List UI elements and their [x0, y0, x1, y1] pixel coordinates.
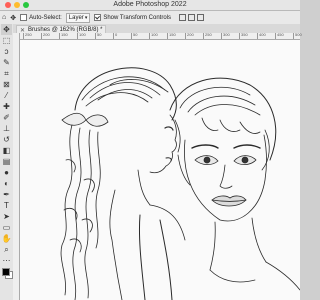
ruler-tick-label: 150	[169, 32, 176, 37]
pen-icon[interactable]: ✒	[1, 189, 12, 200]
ruler-tick-label: 100	[79, 32, 86, 37]
ruler-tick: 300	[221, 32, 230, 39]
ruler-tick: 450	[275, 32, 284, 39]
chevron-down-icon: ▾	[84, 14, 88, 21]
path-select-icon[interactable]: ➤	[1, 211, 12, 222]
align-left-icon[interactable]	[179, 14, 187, 21]
ruler-tick: 100	[149, 32, 158, 39]
ruler-tick-label: 250	[205, 32, 212, 37]
move-tool-icon: ✥	[10, 14, 17, 22]
ruler-tick: 50	[95, 32, 101, 39]
ruler-tick: 350	[239, 32, 248, 39]
horizontal-ruler[interactable]: 250 200 150 100 50 0 50 100 150 200 250 300 350 400 45…	[19, 32, 302, 40]
hand-icon[interactable]: ✋	[1, 233, 12, 244]
history-brush-icon[interactable]: ↺	[1, 134, 12, 145]
ruler-tick-label: 450	[277, 32, 284, 37]
gradient-icon[interactable]: ▤	[1, 156, 12, 167]
ruler-tick: 250	[23, 32, 32, 39]
ruler-tick-label: 200	[43, 32, 50, 37]
ruler-tick: 200	[41, 32, 50, 39]
ruler-tick: 50	[131, 32, 137, 39]
align-buttons	[179, 14, 205, 21]
frame-icon[interactable]: ⊠	[1, 79, 12, 90]
show-transform-controls-label: Show Transform Controls	[103, 14, 172, 21]
show-transform-controls-checkbox[interactable]: Show Transform Controls	[94, 14, 171, 21]
vertical-ruler[interactable]	[13, 33, 20, 300]
document-canvas[interactable]	[20, 40, 300, 300]
ruler-tick-label: 500	[295, 32, 302, 37]
ruler-tick-label: 50	[97, 32, 102, 37]
align-right-icon[interactable]	[197, 14, 205, 21]
quick-select-icon[interactable]: ✎	[1, 57, 12, 68]
layer-select-value: Layer	[68, 14, 84, 21]
brush-icon[interactable]: ✐	[1, 112, 12, 123]
ruler-tick-label: 250	[25, 32, 32, 37]
zoom-icon[interactable]: ⌕	[1, 244, 12, 255]
dodge-icon[interactable]: ◐	[1, 178, 12, 189]
app-title: Adobe Photoshop 2022	[113, 1, 187, 8]
ruler-tick: 0	[113, 32, 118, 39]
healing-brush-icon[interactable]: ✚	[1, 101, 12, 112]
rectangle-icon[interactable]: ▭	[1, 222, 12, 233]
color-swatches[interactable]	[2, 268, 13, 279]
tools-panel: ✥ ⬚ ↄ ✎ ⌗ ⊠ ⁄ ✚ ✐ ⊥ ↺ ◧ ▤ ● ◐ ✒ T ➤ ▭ ✋ ⌕ ⋯	[0, 24, 14, 300]
ruler-tick: 400	[257, 32, 266, 39]
clone-stamp-icon[interactable]: ⊥	[1, 123, 12, 134]
show-transform-controls-checkbox-box[interactable]	[94, 14, 102, 21]
move-icon[interactable]: ✥	[1, 24, 12, 35]
title-bar: Adobe Photoshop 2022	[0, 0, 300, 11]
ruler-tick: 200	[185, 32, 194, 39]
artwork-line-drawing	[20, 40, 300, 300]
ruler-tick: 150	[59, 32, 68, 39]
more-tools-icon[interactable]: ⋯	[1, 255, 12, 266]
ruler-tick-label: 200	[187, 32, 194, 37]
ruler-tick-label: 50	[133, 32, 138, 37]
foreground-color-swatch[interactable]	[2, 268, 10, 276]
ruler-tick-label: 150	[61, 32, 68, 37]
ruler-tick-label: 0	[115, 32, 118, 37]
align-center-icon[interactable]	[188, 14, 196, 21]
ruler-tick: 150	[167, 32, 176, 39]
lasso-icon[interactable]: ↄ	[1, 46, 12, 57]
options-bar: ⌂ ✥ Auto-Select: Layer ▾ Show Transform …	[0, 11, 300, 25]
layer-select[interactable]: Layer ▾	[65, 12, 91, 23]
ruler-tick: 100	[77, 32, 86, 39]
auto-select-label: Auto-Select:	[29, 14, 62, 21]
ruler-tick-label: 300	[223, 32, 230, 37]
ruler-tick-label: 350	[241, 32, 248, 37]
type-icon[interactable]: T	[1, 200, 12, 211]
crop-icon[interactable]: ⌗	[1, 68, 12, 79]
home-icon[interactable]: ⌂	[2, 14, 6, 21]
auto-select-checkbox[interactable]: Auto-Select:	[20, 14, 62, 21]
ruler-tick: 250	[203, 32, 212, 39]
marquee-icon[interactable]: ⬚	[1, 35, 12, 46]
ruler-tick: 500	[293, 32, 302, 39]
eyedropper-icon[interactable]: ⁄	[1, 90, 12, 101]
blur-icon[interactable]: ●	[1, 167, 12, 178]
ruler-tick-label: 100	[151, 32, 158, 37]
eraser-icon[interactable]: ◧	[1, 145, 12, 156]
ruler-tick-label: 400	[259, 32, 266, 37]
auto-select-checkbox-box[interactable]	[20, 14, 28, 21]
